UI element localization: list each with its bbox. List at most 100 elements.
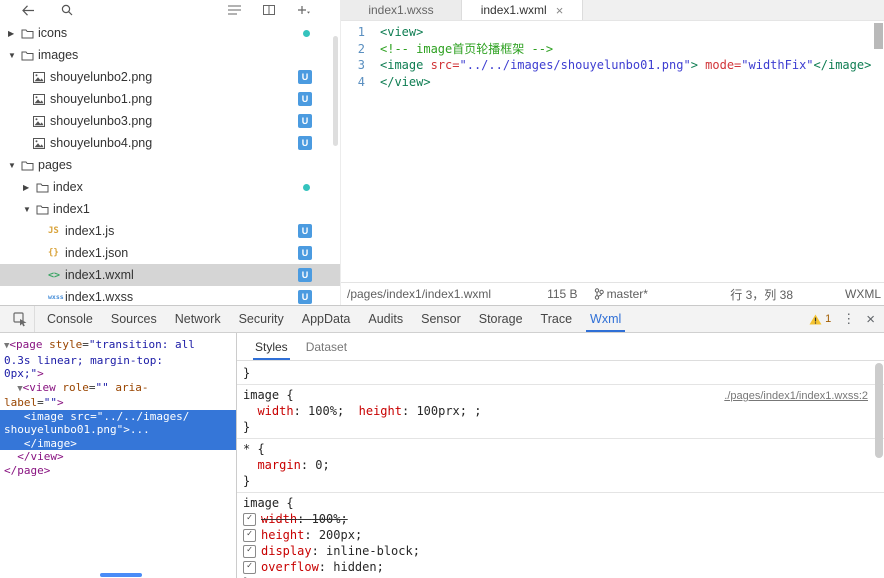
- tree-file-index1.json[interactable]: {} index1.json U: [0, 242, 340, 264]
- style-token: display: [261, 544, 312, 558]
- dom-tree-line[interactable]: 0.3s linear; margin-top:: [4, 354, 236, 368]
- style-token: inline-block: [326, 544, 413, 558]
- devtools-tab-audits[interactable]: Audits: [359, 306, 412, 332]
- styles-scrollbar[interactable]: [875, 363, 883, 458]
- dom-tree-line[interactable]: ▼<view role="" aria-: [4, 381, 236, 397]
- tree-file-shouyelunbo4.png[interactable]: shouyelunbo4.png U: [0, 132, 340, 154]
- devtools-tab-wxml[interactable]: Wxml: [581, 306, 630, 332]
- dom-token: [4, 450, 17, 463]
- declaration-checkbox[interactable]: ✓: [243, 544, 256, 558]
- style-line: image {./pages/index1/index1.wxss:2: [243, 387, 884, 403]
- declaration-checkbox[interactable]: ✓: [243, 512, 256, 526]
- style-token: margin: [257, 458, 301, 472]
- devtools-tab-network[interactable]: Network: [166, 306, 230, 332]
- dom-token: >: [57, 396, 64, 409]
- style-rule: image {✓ width: 100%; ✓ height: 200px; ✓ disp…: [237, 492, 884, 578]
- devtools-tab-console[interactable]: Console: [38, 306, 102, 332]
- style-line: width: 100%; height: 100prx; ;: [243, 403, 884, 419]
- file-name: index1.js: [65, 224, 115, 238]
- devtools-tab-appdata[interactable]: AppData: [293, 306, 360, 332]
- devtools-close-icon[interactable]: ×: [866, 312, 875, 327]
- cursor-position[interactable]: 行 3，列 38: [730, 286, 793, 303]
- tree-file-shouyelunbo2.png[interactable]: shouyelunbo2.png U: [0, 66, 340, 88]
- style-line: image {: [243, 495, 884, 511]
- language-mode[interactable]: WXML: [845, 287, 881, 301]
- warning-indicator[interactable]: 1: [809, 313, 831, 325]
- search-icon[interactable]: [61, 4, 73, 16]
- devtools-tab-sources[interactable]: Sources: [102, 306, 166, 332]
- tree-file-index1.js[interactable]: JS index1.js U: [0, 220, 340, 242]
- code-editor[interactable]: 1 <view> 2 <!-- image首页轮播框架 --> 3 <image src=…: [341, 21, 884, 282]
- line-number: 4: [357, 74, 365, 89]
- tree-file-shouyelunbo3.png[interactable]: shouyelunbo3.png U: [0, 110, 340, 132]
- declaration-checkbox[interactable]: ✓: [243, 528, 256, 542]
- tree-folder-index1[interactable]: ▼ index1: [0, 198, 340, 220]
- tree-file-index1.wxss[interactable]: wxss index1.wxss U: [0, 286, 340, 305]
- tree-folder-pages[interactable]: ▼ pages: [0, 154, 340, 176]
- style-token: ; ;: [459, 404, 482, 418]
- declaration-checkbox[interactable]: ✓: [243, 560, 256, 574]
- git-status-badge: U: [298, 268, 312, 282]
- split-editor-icon[interactable]: [263, 5, 275, 15]
- style-token: }: [243, 474, 251, 488]
- declaration: image {: [243, 495, 294, 511]
- devtools-tab-trace[interactable]: Trace: [532, 306, 582, 332]
- dom-tree-line[interactable]: </view>: [4, 450, 236, 464]
- dom-tree-line[interactable]: 0px;">: [4, 367, 236, 381]
- file-name: shouyelunbo4.png: [50, 136, 153, 150]
- tree-folder-images[interactable]: ▼ images: [0, 44, 340, 66]
- code-token: <view>: [380, 25, 424, 39]
- dom-horizontal-scrollbar[interactable]: [100, 573, 142, 577]
- devtools-tab-sensor[interactable]: Sensor: [412, 306, 470, 332]
- devtools-tab-storage[interactable]: Storage: [470, 306, 532, 332]
- tree-folder-icons[interactable]: ▶ icons: [0, 22, 340, 44]
- folder-icon: [21, 50, 38, 61]
- code-text: <view>: [380, 24, 423, 41]
- tree-file-shouyelunbo1.png[interactable]: shouyelunbo1.png U: [0, 88, 340, 110]
- branch-name: master*: [606, 287, 648, 301]
- chevron-right-icon: ▶: [23, 182, 30, 192]
- tree-folder-index[interactable]: ▶ index: [0, 176, 340, 198]
- style-line: ✓ overflow: hidden;: [243, 559, 884, 575]
- devtools-menu-icon[interactable]: ⋮: [842, 311, 855, 327]
- dom-tree-line[interactable]: </image>: [0, 436, 236, 450]
- dom-tree-line[interactable]: label="">: [4, 396, 236, 410]
- editor-scrollbar[interactable]: [874, 23, 883, 49]
- dom-tree-line[interactable]: </page>: [4, 464, 236, 478]
- declaration: overflow: hidden;: [261, 559, 384, 575]
- dom-tree-line[interactable]: shouyelunbo01.png">...: [0, 423, 236, 437]
- styles-tab-styles[interactable]: Styles: [247, 333, 296, 360]
- git-branch[interactable]: master*: [594, 287, 648, 301]
- chevron-down-icon: ▼: [23, 204, 31, 214]
- styles-tab-bar: Styles Dataset: [237, 333, 884, 361]
- dom-token: "": [95, 380, 109, 394]
- style-token: }: [243, 366, 251, 380]
- declaration: }: [243, 419, 250, 435]
- tree-file-index1.wxml[interactable]: <> index1.wxml U: [0, 264, 340, 286]
- img-file-icon: [33, 71, 50, 83]
- dom-tree-line[interactable]: <image src="../../images/: [0, 409, 236, 423]
- file-name: images: [38, 48, 79, 62]
- devtools-panel: Console Sources Network Security AppData Audi…: [0, 305, 884, 578]
- style-token: 200px: [318, 528, 355, 542]
- dom-tree-line[interactable]: ▼<page style="transition: all: [4, 338, 236, 354]
- outline-icon[interactable]: [228, 5, 241, 15]
- folder-icon: [36, 182, 53, 193]
- branch-icon: [594, 288, 604, 300]
- stylesheet-link[interactable]: ./pages/index1/index1.wxss:2: [724, 388, 868, 404]
- file-name: shouyelunbo2.png: [50, 70, 153, 84]
- code-text: <!-- image首页轮播框架 -->: [380, 41, 553, 58]
- new-file-icon[interactable]: [297, 5, 310, 15]
- devtools-tab-security[interactable]: Security: [230, 306, 293, 332]
- inspect-element-icon[interactable]: [6, 306, 35, 332]
- dom-token: 0.3s linear; margin-top:: [4, 353, 163, 367]
- styles-tab-dataset[interactable]: Dataset: [298, 333, 355, 360]
- chevron-down-icon: ▼: [8, 50, 16, 60]
- file-name: shouyelunbo1.png: [50, 92, 153, 106]
- editor-tab-index1.wxml[interactable]: index1.wxml ×: [462, 0, 583, 20]
- back-icon[interactable]: [22, 4, 35, 16]
- editor-tab-index1.wxss[interactable]: index1.wxss: [341, 0, 462, 20]
- tree-scrollbar[interactable]: [333, 36, 338, 146]
- dom-token: "transition: all: [88, 338, 195, 351]
- close-tab-icon[interactable]: ×: [556, 4, 564, 17]
